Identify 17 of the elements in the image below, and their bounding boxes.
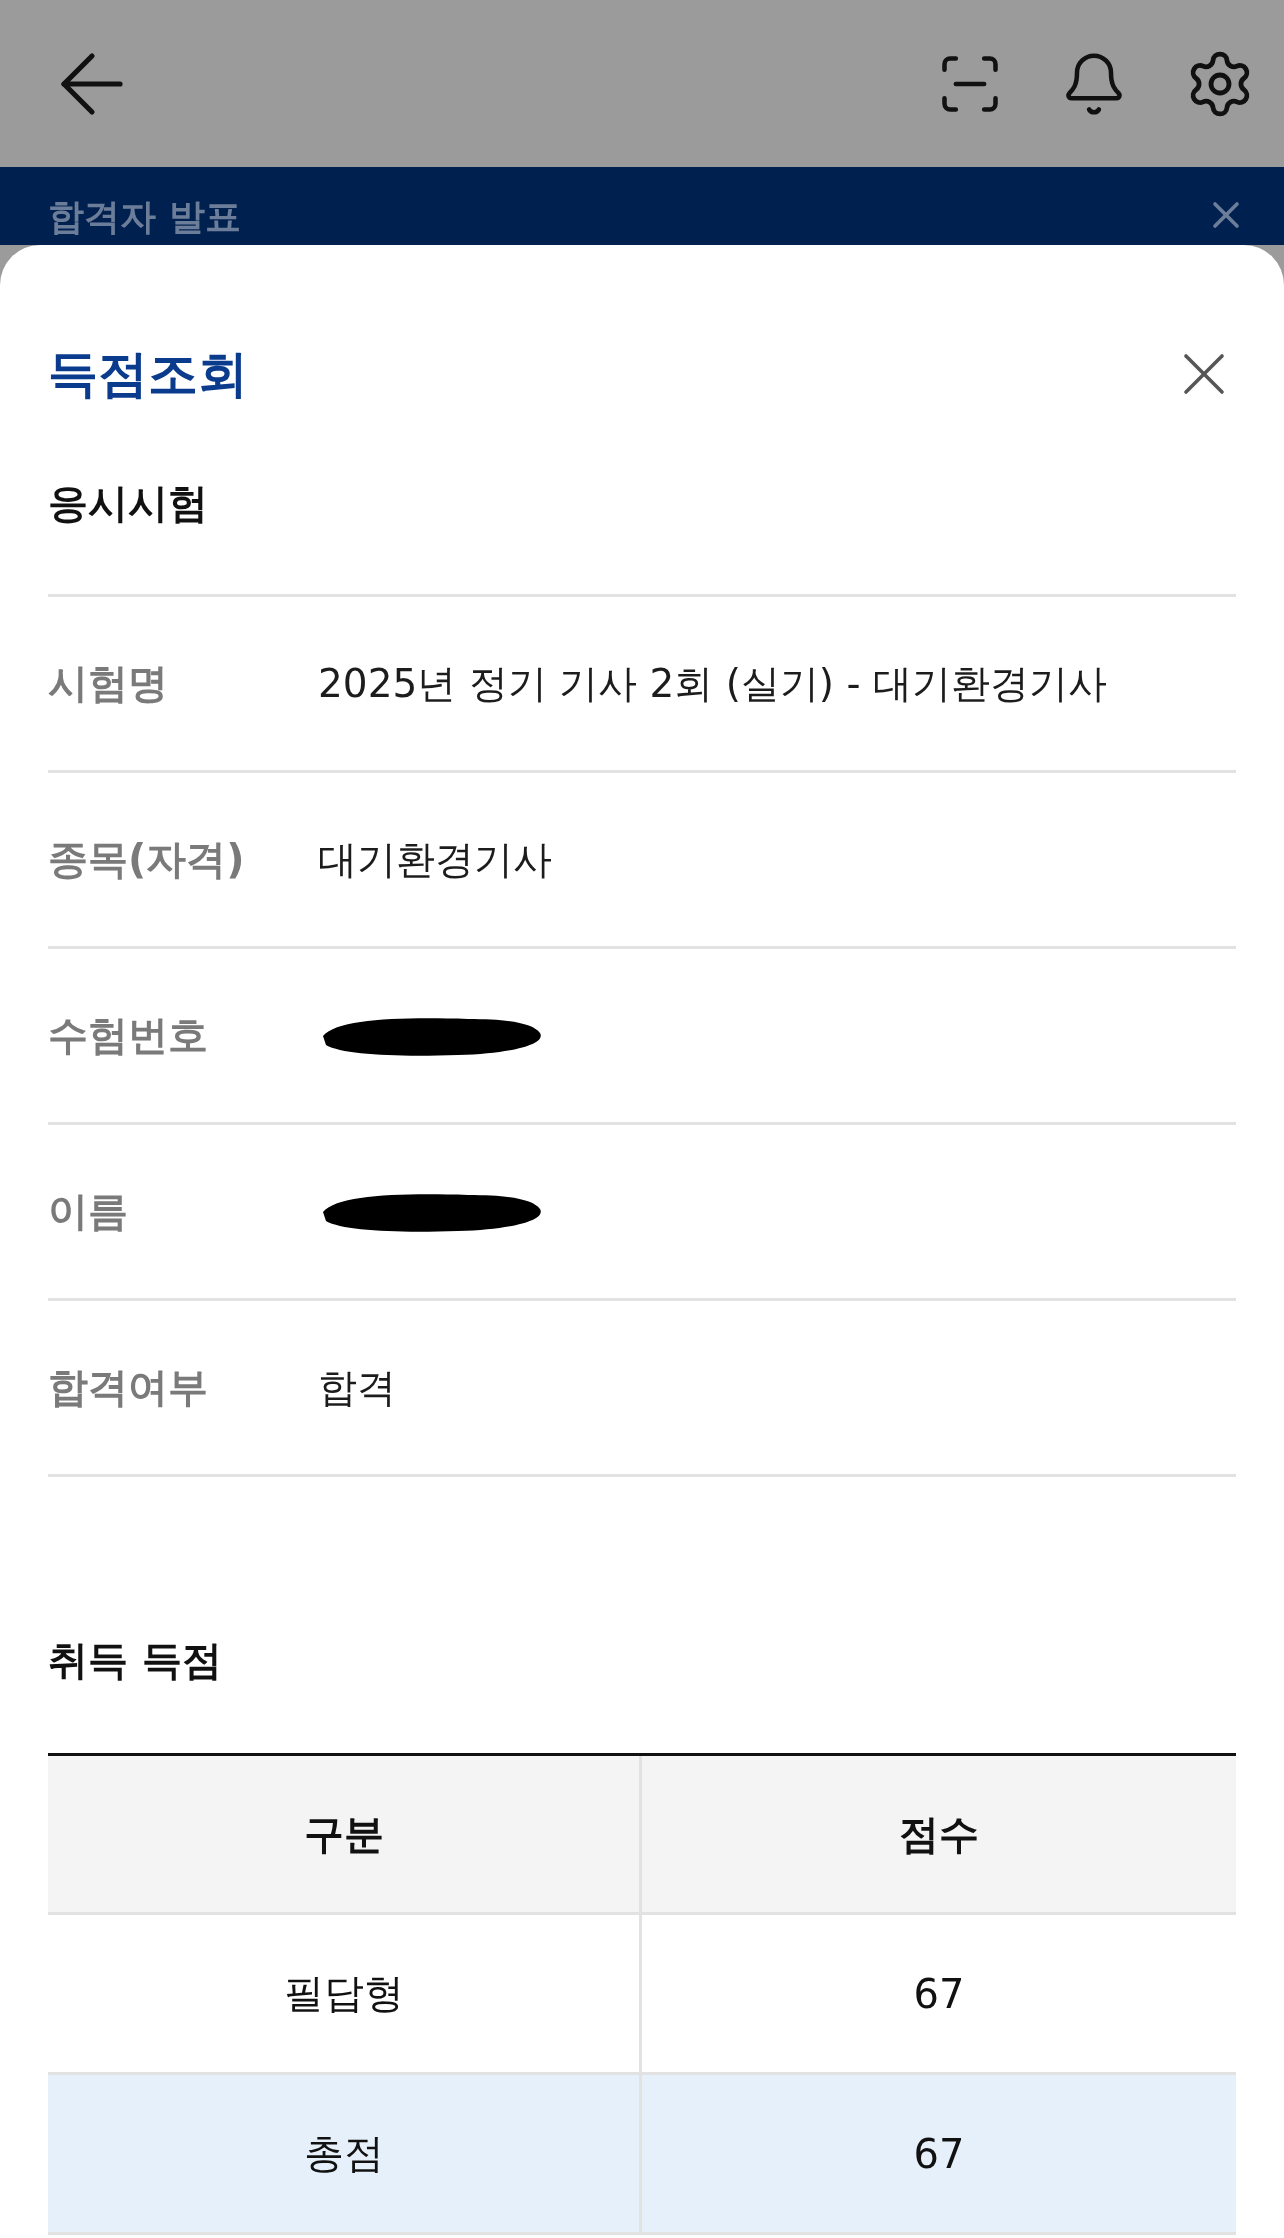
field-label: 합격여부: [48, 1363, 209, 1412]
field-label: 시험명: [48, 659, 169, 708]
table-cell: 총점: [48, 2075, 642, 2235]
table-cell: 67: [642, 2075, 1236, 2235]
section-title: 응시시험: [48, 483, 1236, 597]
sheet-title: 득점조회: [48, 343, 248, 405]
column-header: 점수: [642, 1756, 1236, 1915]
field-value: 대기환경기사: [318, 835, 552, 884]
page-title: 합격자 발표: [48, 199, 241, 235]
column-header: 구분: [48, 1756, 642, 1915]
field-label: 종목(자격): [48, 835, 246, 884]
field-label: 이름: [48, 1187, 129, 1236]
table-cell: 필답형: [48, 1915, 642, 2075]
section-title: 취득 득점: [48, 1636, 223, 1685]
field-value: 2025년 정기 기사 2회 (실기) - 대기환경기사: [318, 659, 1107, 708]
field-value: 합격: [318, 1363, 396, 1412]
field-label: 수험번호: [48, 1011, 209, 1060]
